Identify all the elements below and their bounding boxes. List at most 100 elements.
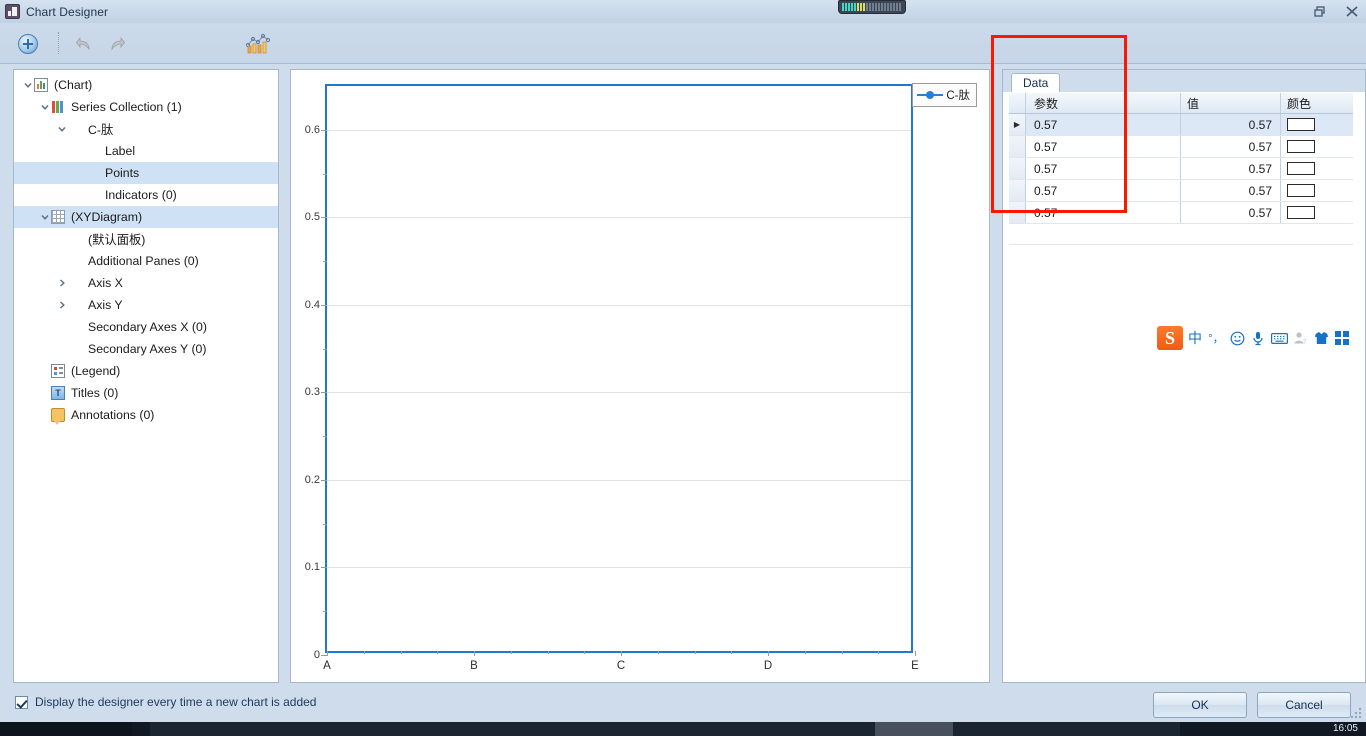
tree-chevron-down-icon[interactable] [22, 79, 34, 91]
series-points-grid[interactable]: 参数 值 颜色 ▶ 0.57 0.57 0.57 0.57 0.57 0.57 0.57 0.5… [1009, 92, 1353, 245]
tree-chevron-right-icon[interactable] [56, 277, 68, 289]
add-circle-icon[interactable] [18, 34, 38, 54]
tree-item-chart[interactable]: (Chart) [14, 74, 278, 96]
table-row[interactable]: 0.57 0.57 [1009, 180, 1353, 202]
tree-item-additional-panes-0[interactable]: Additional Panes (0) [14, 250, 278, 272]
tree-item-label: (Chart) [54, 78, 93, 92]
cancel-button[interactable]: Cancel [1257, 692, 1351, 718]
series-data-panel[interactable]: Data 参数 值 颜色 ▶ 0.57 0.57 0.57 0.57 0.57 0.57 0.… [1002, 69, 1366, 683]
y-axis-tick [321, 304, 327, 306]
ime-logo-icon[interactable]: S [1157, 326, 1183, 350]
y-axis-minor-tick [323, 611, 327, 613]
color-swatch[interactable] [1287, 184, 1315, 197]
chart-type-icon[interactable] [245, 33, 271, 55]
close-window-icon[interactable] [1344, 4, 1360, 20]
y-axis-minor-tick [323, 523, 327, 525]
restore-window-icon[interactable] [1312, 4, 1328, 20]
tree-item-titles-0[interactable]: T Titles (0) [14, 382, 278, 404]
tree-item-legend[interactable]: (Legend) [14, 360, 278, 382]
cell-param: 0.57 [1026, 180, 1181, 201]
tree-item-xydiagram[interactable]: (XYDiagram) [14, 206, 278, 228]
display-designer-checkbox-row[interactable]: Display the designer every time a new ch… [15, 695, 316, 709]
taskbar-active-window-button[interactable] [875, 722, 953, 736]
color-swatch[interactable] [1287, 206, 1315, 219]
color-swatch[interactable] [1287, 140, 1315, 153]
microphone-icon[interactable] [1249, 328, 1267, 348]
table-row[interactable]: 0.57 0.57 [1009, 202, 1353, 224]
row-indicator[interactable] [1009, 202, 1026, 223]
grid-header-value[interactable]: 值 [1181, 93, 1281, 113]
cell-value: 0.57 [1181, 136, 1281, 157]
tree-item-label: Indicators (0) [105, 188, 177, 202]
emoji-icon[interactable] [1228, 328, 1246, 348]
tree-chevron-down-icon[interactable] [39, 101, 51, 113]
color-swatch[interactable] [1287, 162, 1315, 175]
cell-param-text: 0.57 [1034, 139, 1058, 154]
no-icon [85, 166, 99, 180]
user-icon[interactable]: ? [1291, 328, 1309, 348]
table-row[interactable]: 0.57 0.57 [1009, 158, 1353, 180]
row-indicator[interactable]: ▶ [1009, 114, 1026, 135]
x-axis-tick-label: D [763, 660, 773, 672]
tree-item-c[interactable]: C-肽 [14, 118, 278, 140]
ok-button[interactable]: OK [1153, 692, 1247, 718]
tab-data[interactable]: Data [1011, 73, 1061, 93]
y-gridline [327, 217, 911, 219]
tree-item-axis-x[interactable]: Axis X [14, 272, 278, 294]
table-row[interactable]: 0.57 0.57 [1009, 136, 1353, 158]
chart-element-tree[interactable]: (Chart) Series Collection (1) C-肽 Label Poin… [13, 69, 279, 683]
cell-value-text: 0.57 [1248, 161, 1272, 176]
cell-value: 0.57 [1181, 202, 1281, 223]
y-axis-minor-tick [323, 173, 327, 175]
tree-item-points[interactable]: Points [14, 162, 278, 184]
tree-item-annotations-0[interactable]: Annotations (0) [14, 404, 278, 426]
y-gridline [327, 304, 911, 306]
taskbar[interactable]: 16:05 [0, 722, 1366, 736]
row-indicator[interactable] [1009, 158, 1026, 179]
taskbar-clock[interactable]: 16:05 [1333, 723, 1358, 735]
tree-item-secondary-axes-x-0[interactable]: Secondary Axes X (0) [14, 316, 278, 338]
cell-value-text: 0.57 [1248, 205, 1272, 220]
tree-chevron-down-icon[interactable] [39, 211, 51, 223]
plot-area: 0 0.1 0.2 0.3 0.4 0.5 0.6 A B C D E [305, 84, 919, 672]
grid-header-param[interactable]: 参数 [1026, 93, 1181, 113]
table-row[interactable]: ▶ 0.57 0.57 [1009, 114, 1353, 136]
skin-icon[interactable] [1312, 328, 1330, 348]
taskbar-start-area[interactable] [0, 722, 132, 736]
tree-chevron-down-icon[interactable] [56, 123, 68, 135]
chinese-mode-icon[interactable]: 中 [1186, 328, 1204, 348]
chart-preview-panel[interactable]: 0 0.1 0.2 0.3 0.4 0.5 0.6 A B C D E C-肽 [290, 69, 990, 683]
y-gridline [327, 567, 911, 569]
tree-item-secondary-axes-y-0[interactable]: Secondary Axes Y (0) [14, 338, 278, 360]
row-indicator[interactable] [1009, 180, 1026, 201]
soft-keyboard-icon[interactable] [1270, 328, 1288, 348]
tree-item-series-collection-1[interactable]: Series Collection (1) [14, 96, 278, 118]
taskbar-window-area[interactable] [150, 722, 1180, 736]
row-indicator[interactable] [1009, 136, 1026, 157]
tree-item-indicators-0[interactable]: Indicators (0) [14, 184, 278, 206]
tree-item-[interactable]: (默认面板) [14, 228, 278, 250]
redo-arrow-icon[interactable] [111, 35, 133, 53]
y-axis-tick-label: 0.3 [304, 386, 320, 399]
grid-new-row[interactable] [1009, 224, 1353, 245]
y-axis-tick-label: 0.6 [304, 123, 320, 136]
tree-item-axis-y[interactable]: Axis Y [14, 294, 278, 316]
x-axis-minor-tick [510, 651, 512, 654]
ime-toolbar[interactable]: S 中 °， ? [1157, 325, 1351, 351]
chart-legend[interactable]: C-肽 [912, 83, 977, 107]
cell-param: 0.57 [1026, 202, 1181, 223]
color-swatch[interactable] [1287, 118, 1315, 131]
no-icon [85, 188, 99, 202]
x-axis-minor-tick [437, 651, 439, 654]
resize-grip[interactable] [1351, 708, 1363, 720]
display-designer-checkbox[interactable] [15, 695, 28, 709]
toolbox-grid-icon[interactable] [1333, 328, 1351, 348]
cell-value: 0.57 [1181, 158, 1281, 179]
x-axis-tick-label: E [911, 660, 919, 672]
x-axis-minor-tick [400, 651, 402, 654]
punctuation-mode-icon[interactable]: °， [1207, 328, 1225, 348]
tree-chevron-right-icon[interactable] [56, 299, 68, 311]
tree-item-label[interactable]: Label [14, 140, 278, 162]
undo-arrow-icon[interactable] [75, 35, 98, 53]
grid-header-color[interactable]: 颜色 [1281, 93, 1353, 113]
